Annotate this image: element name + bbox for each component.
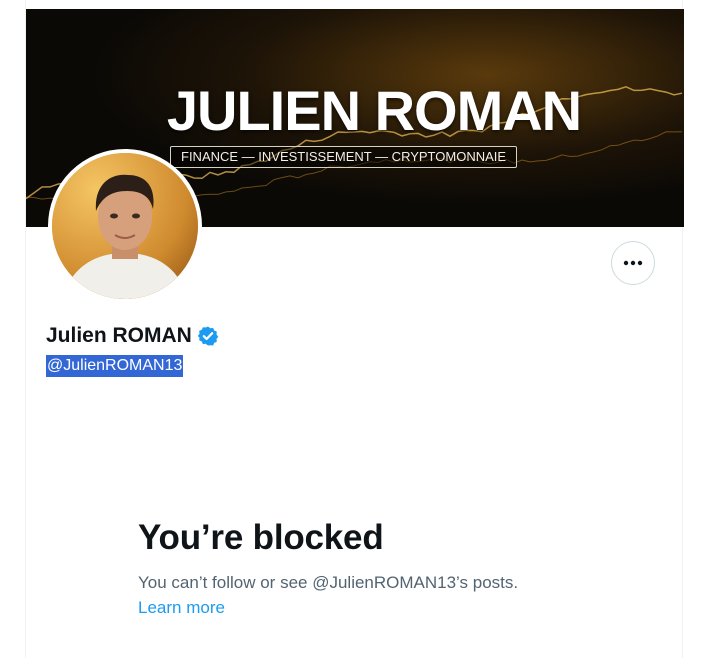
blocked-title: You’re blocked: [138, 518, 384, 557]
learn-more-link[interactable]: Learn more: [138, 597, 225, 619]
profile-page: JULIEN ROMAN FINANCE — INVESTISSEMENT — …: [0, 0, 714, 658]
profile-handle: @JulienROMAN13: [46, 355, 184, 377]
profile-column: JULIEN ROMAN FINANCE — INVESTISSEMENT — …: [25, 0, 684, 658]
blocked-message: You can’t follow or see @JulienROMAN13’s…: [138, 573, 519, 592]
top-sliver: [26, 0, 682, 9]
profile-photo-icon: [52, 153, 198, 299]
verified-badge-icon[interactable]: [197, 325, 219, 347]
avatar[interactable]: [48, 149, 202, 303]
banner-title: JULIEN ROMAN: [166, 79, 582, 142]
banner-tagline: FINANCE — INVESTISSEMENT — CRYPTOMONNAIE: [170, 146, 518, 168]
display-name: Julien ROMAN: [46, 324, 192, 347]
more-options-button[interactable]: [611, 241, 655, 285]
more-horizontal-icon: [623, 260, 643, 266]
display-name-row: Julien ROMAN: [46, 322, 219, 350]
